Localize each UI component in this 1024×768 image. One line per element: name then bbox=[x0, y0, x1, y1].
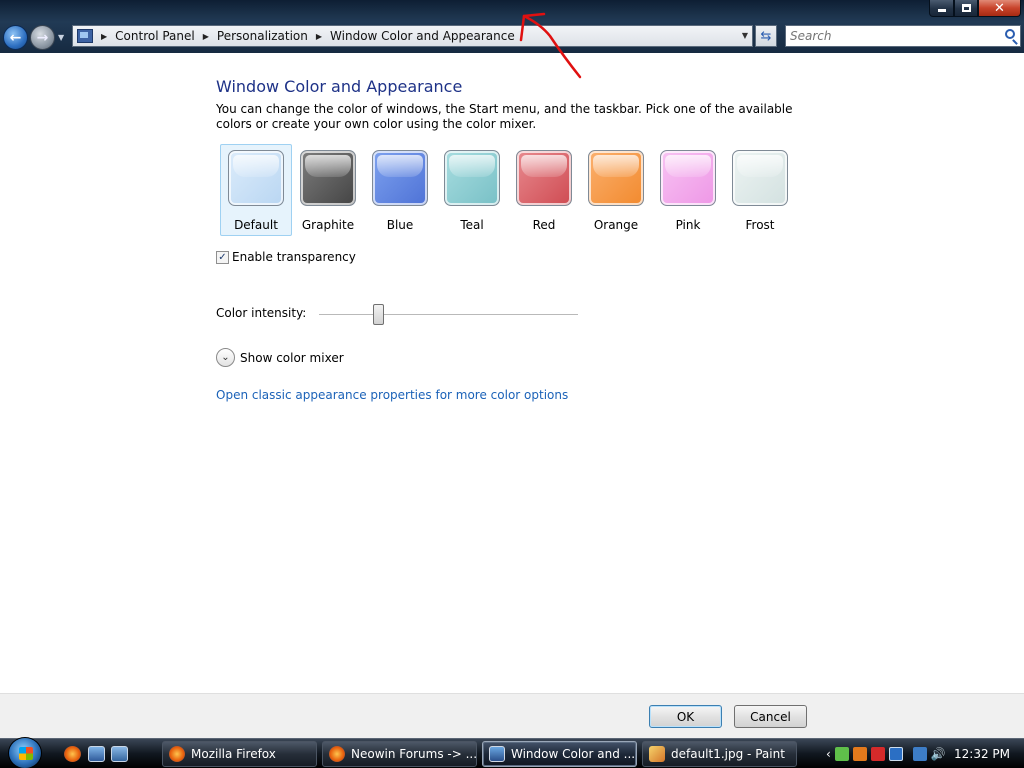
classic-appearance-link[interactable]: Open classic appearance properties for m… bbox=[216, 388, 568, 402]
taskbar-button-label: Mozilla Firefox bbox=[191, 747, 276, 761]
swatch-label: Graphite bbox=[301, 218, 355, 232]
enable-transparency-option[interactable]: ✓ Enable transparency bbox=[216, 250, 356, 264]
swatch-orange[interactable]: Orange bbox=[580, 144, 652, 236]
taskbar-button-label: Neowin Forums -> ... bbox=[351, 747, 477, 761]
show-color-mixer-toggle[interactable]: ⌄ Show color mixer bbox=[216, 348, 344, 367]
close-button[interactable]: ✕ bbox=[978, 0, 1021, 17]
maximize-button[interactable] bbox=[954, 0, 978, 17]
minimize-icon bbox=[937, 9, 946, 12]
taskbar-button-firefox[interactable]: Mozilla Firefox bbox=[162, 741, 317, 767]
tray-download-icon[interactable] bbox=[852, 747, 867, 761]
swatch-tile bbox=[372, 150, 428, 206]
color-swatch-list: Default Graphite Blue Teal Red Orange Pi… bbox=[220, 144, 796, 236]
color-intensity-slider-track[interactable] bbox=[319, 314, 578, 316]
swatch-tile bbox=[300, 150, 356, 206]
swatch-label: Orange bbox=[593, 218, 639, 232]
breadcrumb-separator-icon[interactable]: ▶ bbox=[203, 32, 209, 41]
cancel-button[interactable]: Cancel bbox=[734, 705, 807, 728]
search-box[interactable] bbox=[785, 25, 1021, 47]
tray-app-icon[interactable] bbox=[870, 747, 885, 761]
taskbar-button-label: Window Color and ... bbox=[511, 747, 636, 761]
firefox-icon bbox=[329, 746, 345, 762]
search-input[interactable] bbox=[786, 26, 996, 46]
taskbar-button-label: default1.jpg - Paint bbox=[671, 747, 785, 761]
swatch-label: Pink bbox=[675, 218, 701, 232]
quick-launch-switch-windows-icon[interactable] bbox=[111, 746, 128, 762]
back-arrow-icon: ← bbox=[9, 29, 22, 46]
clock[interactable]: 12:32 PM bbox=[954, 747, 1010, 761]
paint-icon bbox=[649, 746, 665, 762]
quick-launch-show-desktop-icon[interactable] bbox=[88, 746, 105, 762]
address-dropdown-icon[interactable]: ▼ bbox=[742, 31, 748, 40]
annotation-arrow-icon bbox=[519, 12, 582, 79]
taskbar-button-neowin[interactable]: Neowin Forums -> ... bbox=[322, 741, 477, 767]
swatch-frost[interactable]: Frost bbox=[724, 144, 796, 236]
swatch-label: Red bbox=[532, 218, 556, 232]
ok-button[interactable]: OK bbox=[649, 705, 722, 728]
content-pane: Window Color and Appearance You can chan… bbox=[0, 53, 1024, 693]
taskbar-button-window-color[interactable]: Window Color and ... bbox=[482, 741, 637, 767]
back-button[interactable]: ← bbox=[3, 25, 28, 50]
enable-transparency-checkbox[interactable]: ✓ bbox=[216, 250, 229, 264]
swatch-graphite[interactable]: Graphite bbox=[292, 144, 364, 236]
swatch-teal[interactable]: Teal bbox=[436, 144, 508, 236]
swatch-label: Frost bbox=[745, 218, 775, 232]
swatch-label: Blue bbox=[386, 218, 414, 232]
swatch-blue[interactable]: Blue bbox=[364, 144, 436, 236]
breadcrumb-separator-icon[interactable]: ▶ bbox=[101, 32, 107, 41]
control-panel-icon bbox=[77, 29, 93, 43]
quick-launch-firefox-icon[interactable] bbox=[64, 746, 81, 762]
swatch-tile bbox=[516, 150, 572, 206]
start-button[interactable] bbox=[8, 737, 42, 768]
show-color-mixer-label[interactable]: Show color mixer bbox=[240, 351, 344, 365]
refresh-button[interactable]: ⇆ bbox=[755, 25, 777, 47]
firefox-icon bbox=[169, 746, 185, 762]
dialog-button-bar: OK Cancel bbox=[0, 693, 1024, 738]
swatch-red[interactable]: Red bbox=[508, 144, 580, 236]
recent-pages-dropdown-icon[interactable]: ▼ bbox=[58, 33, 64, 42]
close-icon: ✕ bbox=[994, 0, 1005, 16]
taskbar: Mozilla Firefox Neowin Forums -> ... Win… bbox=[0, 737, 1024, 768]
swatch-tile bbox=[588, 150, 644, 206]
checkmark-icon: ✓ bbox=[218, 251, 227, 263]
network-icon[interactable] bbox=[912, 747, 927, 761]
breadcrumb-control-panel[interactable]: Control Panel bbox=[115, 29, 195, 43]
tray-expand-icon[interactable]: ‹ bbox=[826, 747, 831, 761]
tray-app2-icon[interactable] bbox=[888, 747, 903, 761]
chevron-down-icon[interactable]: ⌄ bbox=[216, 348, 235, 367]
swatch-label: Default bbox=[234, 218, 278, 232]
enable-transparency-label[interactable]: Enable transparency bbox=[232, 250, 356, 264]
swatch-default[interactable]: Default bbox=[220, 144, 292, 236]
minimize-button[interactable] bbox=[929, 0, 954, 17]
page-description: You can change the color of windows, the… bbox=[216, 102, 793, 131]
swatch-tile bbox=[228, 150, 284, 206]
address-bar[interactable]: ▶ Control Panel ▶ Personalization ▶ Wind… bbox=[72, 25, 753, 47]
maximize-icon bbox=[961, 4, 971, 12]
refresh-icon: ⇆ bbox=[760, 28, 772, 44]
color-intensity-label: Color intensity: bbox=[216, 306, 307, 320]
forward-button[interactable]: → bbox=[30, 25, 55, 50]
chevron-glyph: ⌄ bbox=[221, 352, 230, 363]
window-icon bbox=[489, 746, 505, 762]
breadcrumb-personalization[interactable]: Personalization bbox=[217, 29, 308, 43]
taskbar-button-paint[interactable]: default1.jpg - Paint bbox=[642, 741, 797, 767]
breadcrumb-separator-icon[interactable]: ▶ bbox=[316, 32, 322, 41]
window-controls: ✕ bbox=[929, 0, 1021, 17]
swatch-tile bbox=[660, 150, 716, 206]
swatch-pink[interactable]: Pink bbox=[652, 144, 724, 236]
swatch-tile bbox=[732, 150, 788, 206]
breadcrumb-current-page[interactable]: Window Color and Appearance bbox=[330, 29, 515, 43]
color-intensity-slider-thumb[interactable] bbox=[373, 304, 385, 325]
page-title: Window Color and Appearance bbox=[216, 77, 463, 96]
swatch-tile bbox=[444, 150, 500, 206]
volume-icon[interactable]: 🔊 bbox=[931, 747, 946, 761]
forward-arrow-icon: → bbox=[36, 29, 49, 46]
swatch-label: Teal bbox=[460, 218, 484, 232]
tray-network-status-icon[interactable] bbox=[834, 747, 849, 761]
search-icon[interactable] bbox=[1005, 29, 1015, 39]
